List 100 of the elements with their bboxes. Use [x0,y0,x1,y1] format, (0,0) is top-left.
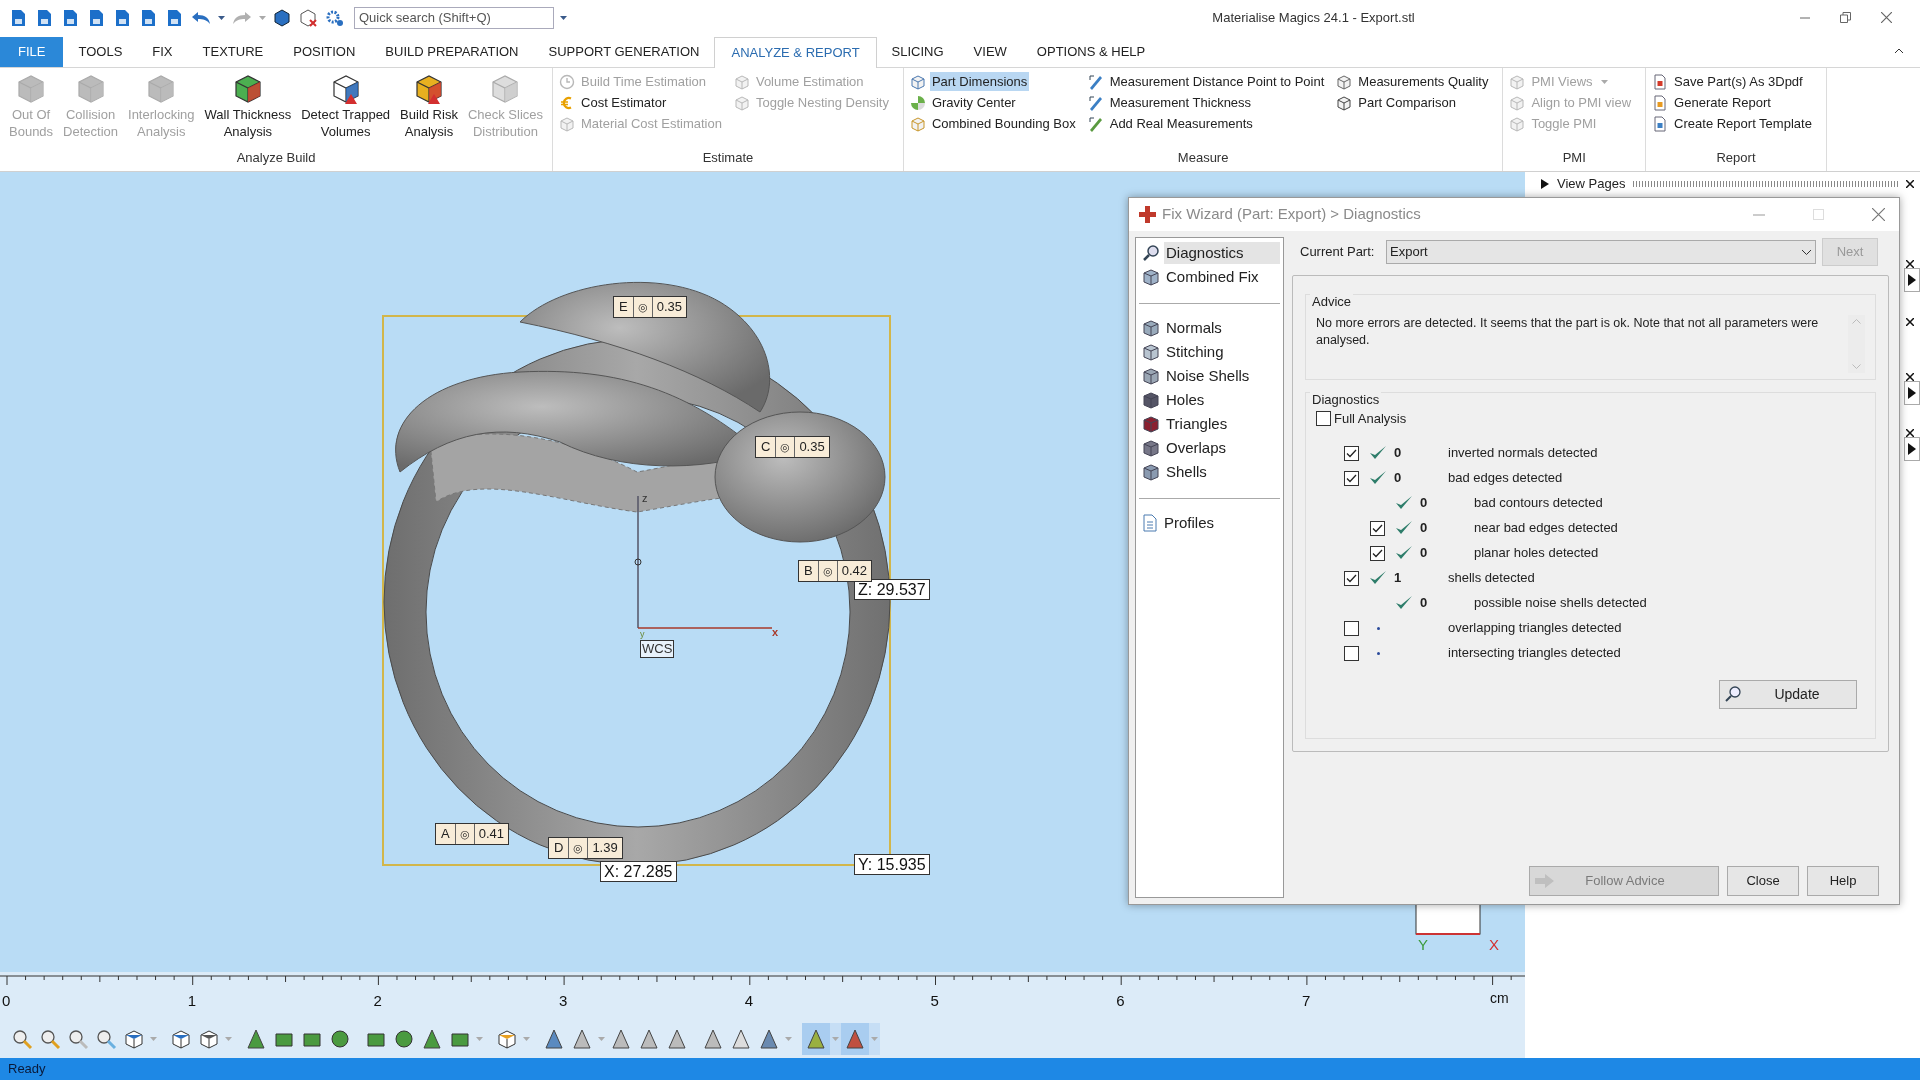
close-icon[interactable] [1906,429,1914,437]
cube-icon[interactable] [272,7,292,28]
nav-item[interactable]: Shells [1164,460,1280,484]
zoom-icon[interactable] [11,1028,33,1050]
checkbox[interactable] [1343,645,1359,661]
ribbon-tab[interactable]: OPTIONS & HELP [1021,37,1161,67]
ribbon-button[interactable]: Add Real Measurements [1107,114,1255,133]
ribbon-button[interactable]: Part Dimensions [929,72,1030,91]
ruler-label: 2 [373,991,382,1011]
close-icon[interactable] [1906,180,1914,188]
nav-item[interactable]: Noise Shells [1164,364,1280,388]
triangle-icon[interactable] [730,1028,752,1050]
cube-icon[interactable] [496,1028,518,1050]
ruler-label: 0 [2,991,11,1011]
restore-icon[interactable] [1840,12,1851,23]
ribbon-button[interactable]: Measurements Quality [1356,72,1491,91]
triangle-icon[interactable] [638,1028,660,1050]
checkbox[interactable] [1369,520,1385,536]
collapse-ribbon-icon[interactable] [1894,47,1904,55]
nav-item[interactable]: Combined Fix [1164,265,1280,289]
checkbox[interactable] [1343,620,1359,636]
ribbon-tab[interactable]: SUPPORT GENERATION [533,37,715,67]
ribbon-button[interactable]: Part Comparison [1356,93,1458,112]
ribbon-button[interactable]: Combined Bounding Box [929,114,1078,133]
close-icon[interactable] [1906,373,1914,381]
ribbon-button[interactable]: Create Report Template [1672,114,1814,133]
ribbon-button[interactable]: Measurement Distance Point to Point [1107,72,1327,91]
dialog-button[interactable]: Help [1807,866,1879,896]
nav-item[interactable]: Normals [1164,316,1280,340]
nav-item[interactable]: Holes [1164,388,1280,412]
zoom-window-icon[interactable] [39,1028,61,1050]
group-label: Estimate [701,148,755,167]
ribbon-button[interactable]: Cost Estimator [579,93,669,112]
triangle-icon[interactable] [245,1028,267,1050]
ribbon-tab[interactable]: FIX [137,37,188,67]
ribbon-tab[interactable]: TOOLS [63,37,138,67]
expand-button[interactable] [1904,381,1920,405]
chevron-down-icon [1801,248,1812,256]
triangle-icon[interactable] [758,1028,780,1050]
dot-icon [1376,651,1380,655]
nav-item[interactable]: Triangles [1164,412,1280,436]
checkbox[interactable] [1316,411,1331,427]
cube-icon[interactable] [198,1028,220,1050]
ribbon-button[interactable]: Save Part(s) As 3Dpdf [1672,72,1805,91]
triangle-icon[interactable] [610,1028,632,1050]
triangle-icon[interactable] [702,1028,724,1050]
nav-item[interactable]: Profiles [1162,511,1280,535]
triangle-icon[interactable] [543,1028,565,1050]
cube-icon[interactable] [123,1028,145,1050]
measure-value: 0.35 [655,298,683,316]
ribbon-tab[interactable]: TEXTURE [187,37,279,67]
label-letter: B [799,561,819,581]
close-icon[interactable] [1906,318,1914,326]
ribbon-tab[interactable]: BUILD PREPARATION [370,37,534,67]
triangle-icon[interactable] [571,1028,593,1050]
cube-icon [1509,115,1526,132]
ribbon-tab[interactable]: SLICING [876,37,959,67]
expand-button[interactable] [1904,268,1920,292]
count: 0 [1394,470,1402,486]
checkbox[interactable] [1343,570,1359,586]
search-field[interactable]: Quick search (Shift+Q) [354,6,554,29]
ribbon-button[interactable]: Wall Thickness Analysis [201,72,295,148]
checkbox[interactable] [1343,445,1359,461]
zoom-fit-icon[interactable] [95,1028,117,1050]
ribbon-button[interactable]: Gravity Center [929,93,1018,112]
ruler-label: 5 [930,991,939,1011]
caret-icon[interactable] [218,15,225,20]
triangle-icon[interactable] [844,1028,866,1050]
magnifier-icon [1724,685,1742,703]
count: 1 [1394,570,1402,586]
ribbon-button[interactable]: Detect Trapped Volumes [298,72,394,148]
document-icon [1142,514,1158,532]
check-icon [1395,520,1413,536]
zoom-icon[interactable] [67,1028,89,1050]
part-dropdown[interactable]: Export [1386,240,1816,264]
nav-item[interactable]: Diagnostics [1164,241,1280,265]
dialog-button[interactable]: Close [1727,866,1799,896]
ribbon-button[interactable]: Build Risk Analysis [397,72,461,148]
ribbon-tab[interactable]: POSITION [278,37,371,67]
triangle-icon[interactable] [805,1028,827,1050]
expand-icon[interactable] [1541,179,1549,189]
checkmark-icon [1345,473,1357,483]
checkbox[interactable] [1343,470,1359,486]
delete-part-icon[interactable] [298,7,318,28]
ribbon-button[interactable]: Measurement Thickness [1107,93,1254,112]
sphere-icon[interactable] [329,1028,351,1050]
expand-button[interactable] [1904,437,1920,461]
update-button[interactable]: Update [1719,679,1857,709]
caret-icon[interactable] [560,15,567,20]
nav-item[interactable]: Stitching [1164,340,1280,364]
triangle-icon[interactable] [666,1028,688,1050]
ribbon-tab[interactable]: VIEW [958,37,1022,67]
ribbon-tab[interactable]: ANALYZE & REPORT [714,37,877,68]
close-icon[interactable] [1906,260,1914,268]
nav-item[interactable]: Overlaps [1164,436,1280,460]
ribbon-tab[interactable]: FILE [0,37,64,67]
status-text: Ready [8,1060,46,1079]
checkbox[interactable] [1369,545,1385,561]
cube-icon[interactable] [170,1028,192,1050]
ribbon-button[interactable]: Generate Report [1672,93,1773,112]
